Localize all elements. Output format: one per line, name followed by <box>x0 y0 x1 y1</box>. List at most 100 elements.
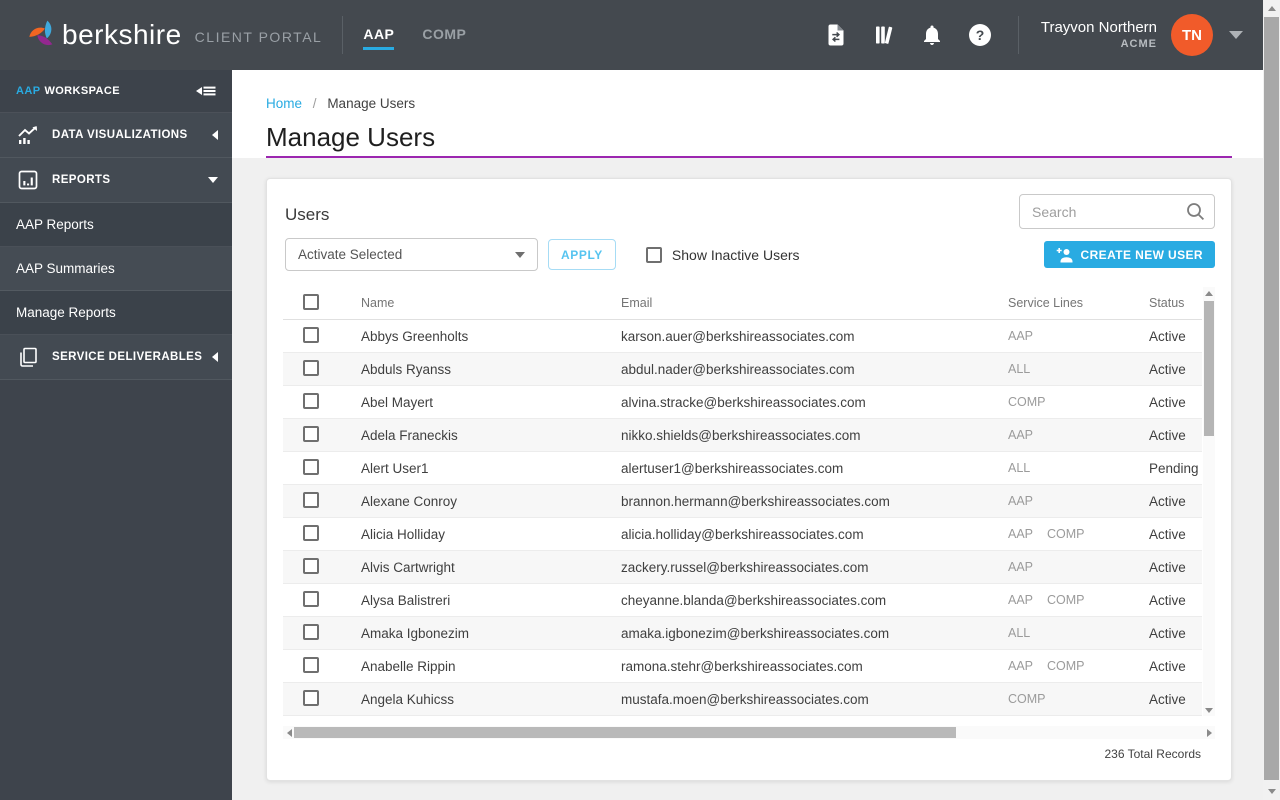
table-row[interactable]: Amaka Igbonezim amaka.igbonezim@berkshir… <box>283 617 1202 650</box>
person-add-icon <box>1056 247 1073 262</box>
row-checkbox[interactable] <box>303 524 319 541</box>
scroll-right-arrow-icon[interactable] <box>1203 726 1215 739</box>
service-line-tag: AAP <box>1008 428 1034 442</box>
workspace-label: WORKSPACE <box>44 85 120 97</box>
user-name-cell: Abbys Greenholts <box>361 328 469 344</box>
row-checkbox[interactable] <box>303 557 319 574</box>
notifications-bell-icon[interactable] <box>920 23 944 47</box>
bulk-action-select[interactable]: Activate Selected <box>285 238 538 271</box>
library-books-icon[interactable] <box>872 23 896 47</box>
user-name-cell: Alexane Conroy <box>361 493 458 509</box>
chart-insights-icon <box>18 126 37 144</box>
table-row[interactable]: Adela Franeckis nikko.shields@berkshirea… <box>283 419 1202 452</box>
row-checkbox[interactable] <box>303 326 319 343</box>
scroll-down-arrow-icon[interactable] <box>1203 704 1215 716</box>
user-name-cell: Anabelle Rippin <box>361 658 456 674</box>
users-table: Name Email Service Lines Status Abbys Gr… <box>283 287 1215 716</box>
sidebar-item-reports[interactable]: REPORTS <box>0 158 232 203</box>
table-row[interactable]: Abbys Greenholts karson.auer@berkshireas… <box>283 320 1202 353</box>
sidebar-subitem[interactable]: AAP Summaries <box>0 247 232 291</box>
sidebar-item-label: REPORTS <box>52 174 111 186</box>
sidebar-item-label: SERVICE DELIVERABLES <box>52 351 203 363</box>
bulk-action-value: Activate Selected <box>298 247 403 262</box>
user-menu-caret-icon[interactable] <box>1229 31 1243 39</box>
row-checkbox[interactable] <box>303 458 319 475</box>
tab-aap[interactable]: AAP <box>363 20 395 50</box>
user-email-cell: alicia.holliday@berkshireassociates.com <box>621 526 864 542</box>
user-email-cell: zackery.russel@berkshireassociates.com <box>621 559 869 575</box>
tab-comp[interactable]: COMP <box>422 20 466 50</box>
user-status-cell: Active <box>1149 361 1186 377</box>
brand: berkshire CLIENT PORTAL <box>0 17 322 54</box>
search-icon[interactable] <box>1185 201 1206 227</box>
table-row[interactable]: Angela Kuhicss mustafa.moen@berkshireass… <box>283 683 1202 716</box>
row-checkbox[interactable] <box>303 689 319 706</box>
service-line-tag: AAP <box>1008 494 1034 508</box>
user-email-cell: brannon.hermann@berkshireassociates.com <box>621 493 890 509</box>
stacked-docs-icon <box>20 347 37 367</box>
sidebar-item-label: DATA VISUALIZATIONS <box>52 129 188 141</box>
table-row[interactable]: Alvis Cartwright zackery.russel@berkshir… <box>283 551 1202 584</box>
sidebar-subitem[interactable]: Manage Reports <box>0 291 232 335</box>
vertical-scroll-thumb[interactable] <box>1204 301 1214 436</box>
sidebar-subitems: AAP Reports AAP Summaries Manage Reports <box>0 203 232 335</box>
user-email-cell: ramona.stehr@berkshireassociates.com <box>621 658 863 674</box>
sidebar-item-service-deliverables[interactable]: SERVICE DELIVERABLES <box>0 335 232 380</box>
column-header-email[interactable]: Email <box>621 296 1008 310</box>
breadcrumb-home-link[interactable]: Home <box>266 96 302 111</box>
user-name-cell: Abel Mayert <box>361 394 434 410</box>
help-icon[interactable]: ? <box>968 23 992 47</box>
table-row[interactable]: Alysa Balistreri cheyanne.blanda@berkshi… <box>283 584 1202 617</box>
select-all-checkbox[interactable] <box>303 293 319 310</box>
row-checkbox[interactable] <box>303 590 319 607</box>
row-checkbox[interactable] <box>303 623 319 640</box>
table-row[interactable]: Abel Mayert alvina.stracke@berkshireasso… <box>283 386 1202 419</box>
row-checkbox[interactable] <box>303 425 319 442</box>
user-company: ACME <box>1120 37 1157 50</box>
brand-name: berkshire <box>62 19 182 50</box>
chevron-left-icon <box>212 130 218 140</box>
avatar[interactable]: TN <box>1171 14 1213 56</box>
table-row[interactable]: Alicia Holliday alicia.holliday@berkshir… <box>283 518 1202 551</box>
row-checkbox[interactable] <box>303 656 319 673</box>
user-service-lines-cell: AAP <box>1008 428 1149 442</box>
row-checkbox[interactable] <box>303 359 319 376</box>
column-header-service-lines[interactable]: Service Lines <box>1008 296 1149 310</box>
table-row[interactable]: Abduls Ryanss abdul.nader@berkshireassoc… <box>283 353 1202 386</box>
title-underline <box>266 156 1232 158</box>
user-name-cell: Alysa Balistreri <box>361 592 451 608</box>
table-horizontal-scrollbar[interactable] <box>283 726 1215 739</box>
service-line-tag: AAP <box>1008 329 1034 343</box>
column-header-name[interactable]: Name <box>361 296 621 310</box>
scroll-up-arrow-icon[interactable] <box>1203 287 1215 299</box>
service-line-tag: AAP <box>1008 593 1034 607</box>
chevron-down-icon <box>208 177 218 183</box>
service-line-tag: ALL <box>1008 461 1031 475</box>
user-email-cell: karson.auer@berkshireassociates.com <box>621 328 855 344</box>
page-scrollbar[interactable] <box>1263 0 1280 800</box>
user-name-cell: Abduls Ryanss <box>361 361 452 377</box>
user-status-cell: Active <box>1149 559 1186 575</box>
collapse-sidebar-icon[interactable] <box>194 83 218 99</box>
row-checkbox[interactable] <box>303 491 319 508</box>
panel-header: Users <box>267 179 1231 229</box>
table-row[interactable]: Alexane Conroy brannon.hermann@berkshire… <box>283 485 1202 518</box>
scroll-down-arrow-icon[interactable] <box>1263 783 1280 800</box>
file-transfer-icon[interactable] <box>824 23 848 47</box>
table-row[interactable]: Anabelle Rippin ramona.stehr@berkshireas… <box>283 650 1202 683</box>
sidebar-subitem-label: AAP Reports <box>16 217 94 232</box>
row-checkbox[interactable] <box>303 392 319 409</box>
sidebar-item-data-visualizations[interactable]: DATA VISUALIZATIONS <box>0 113 232 158</box>
user-block: Trayvon Northern ACME <box>1041 19 1157 52</box>
sidebar-subitem[interactable]: AAP Reports <box>0 203 232 247</box>
apply-button[interactable]: APPLY <box>548 239 616 270</box>
show-inactive-checkbox[interactable] <box>645 246 662 263</box>
table-row[interactable]: Alert User1 alertuser1@berkshireassociat… <box>283 452 1202 485</box>
table-vertical-scrollbar[interactable] <box>1203 287 1215 716</box>
horizontal-scroll-thumb[interactable] <box>294 727 956 738</box>
scroll-up-arrow-icon[interactable] <box>1263 0 1280 17</box>
column-header-status[interactable]: Status <box>1149 296 1202 310</box>
user-name-cell: Alert User1 <box>361 460 429 476</box>
create-new-user-button[interactable]: CREATE NEW USER <box>1043 241 1215 268</box>
page-scroll-thumb[interactable] <box>1264 17 1279 780</box>
